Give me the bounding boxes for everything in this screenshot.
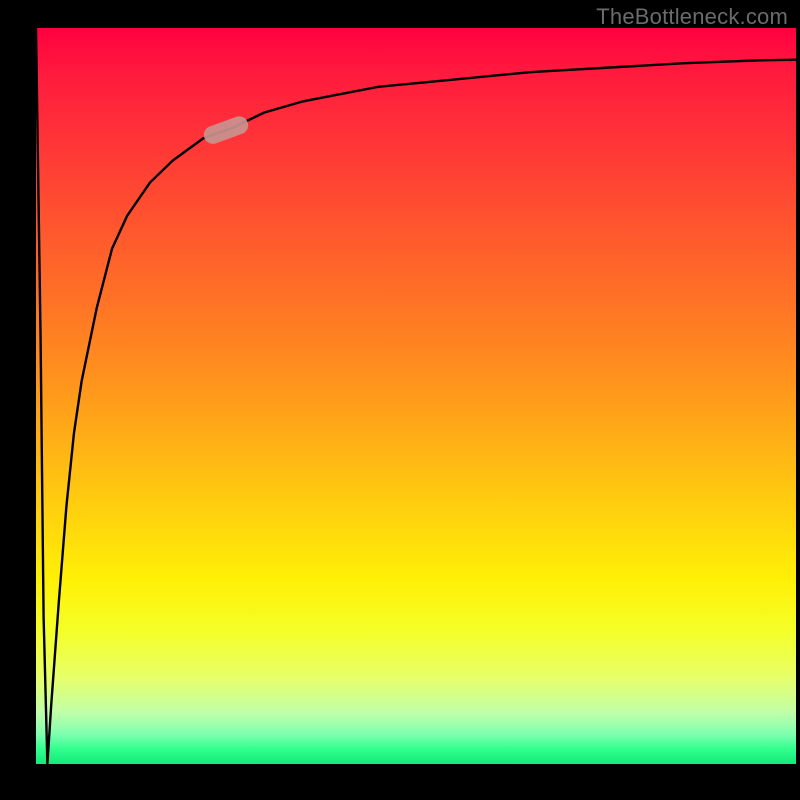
plot-area — [36, 28, 796, 764]
bottleneck-curve — [36, 28, 796, 764]
watermark-text: TheBottleneck.com — [596, 4, 788, 30]
curve-path — [36, 28, 796, 764]
